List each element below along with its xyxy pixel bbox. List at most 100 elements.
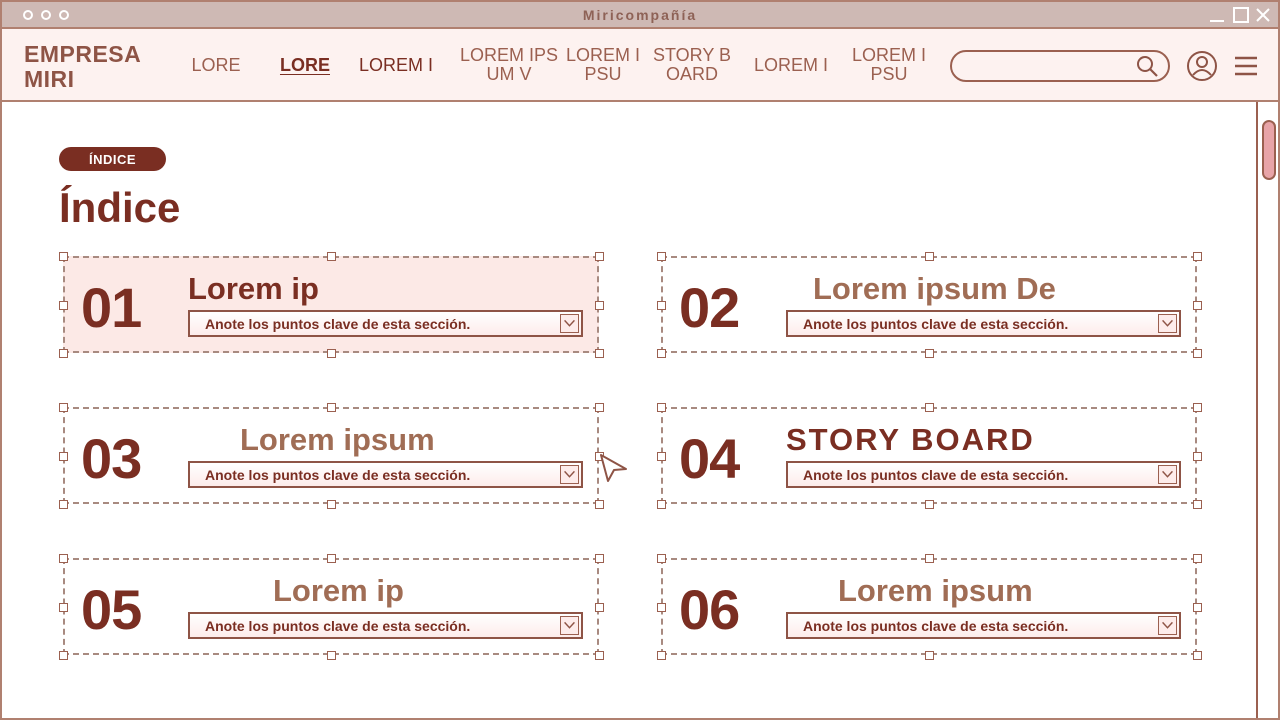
- scrollbar-thumb[interactable]: [1262, 120, 1276, 180]
- resize-handle[interactable]: [1193, 451, 1202, 461]
- resize-handle[interactable]: [1193, 252, 1202, 261]
- resize-handle[interactable]: [657, 252, 666, 261]
- nav-item-3[interactable]: LOREM I: [352, 43, 440, 87]
- index-card-01[interactable]: 01 Lorem ip Anote los puntos clave de es…: [59, 252, 604, 358]
- card-number: 05: [81, 578, 142, 641]
- resize-handle[interactable]: [595, 500, 604, 509]
- resize-handle[interactable]: [59, 554, 68, 563]
- resize-handle[interactable]: [595, 349, 604, 358]
- dropdown-arrow-icon[interactable]: [560, 616, 579, 635]
- user-icon[interactable]: [1186, 50, 1218, 82]
- resize-handle[interactable]: [59, 349, 68, 358]
- index-card-02[interactable]: 02 Lorem ipsum De Anote los puntos clave…: [657, 252, 1202, 358]
- resize-handle[interactable]: [327, 651, 336, 660]
- app-window: Miricompañía EMPRESA MIRI LORE LORE LORE…: [0, 0, 1280, 720]
- resize-handle[interactable]: [925, 403, 934, 412]
- index-card-04[interactable]: 04 STORY BOARD Anote los puntos clave de…: [657, 403, 1202, 509]
- main-content: ÍNDICE Índice 01 Lorem ip Anote los punt…: [2, 102, 1256, 718]
- vertical-scrollbar[interactable]: [1256, 102, 1278, 718]
- resize-handle[interactable]: [595, 403, 604, 412]
- card-title[interactable]: Lorem ip: [188, 271, 319, 307]
- notes-field[interactable]: Anote los puntos clave de esta sección.: [188, 612, 583, 639]
- resize-handle[interactable]: [595, 252, 604, 261]
- nav-item-2-active[interactable]: LORE: [274, 43, 336, 87]
- resize-handle[interactable]: [657, 500, 666, 509]
- resize-handle[interactable]: [59, 602, 68, 612]
- window-title: Miricompañía: [582, 7, 698, 23]
- index-card-06[interactable]: 06 Lorem ipsum Anote los puntos clave de…: [657, 554, 1202, 660]
- resize-handle[interactable]: [925, 554, 934, 563]
- resize-handle[interactable]: [657, 403, 666, 412]
- resize-handle[interactable]: [1193, 300, 1202, 310]
- nav-item-5[interactable]: LOREM I PSU: [564, 43, 642, 87]
- search-icon[interactable]: [1135, 54, 1159, 78]
- resize-handle[interactable]: [595, 554, 604, 563]
- resize-handle[interactable]: [595, 300, 604, 310]
- resize-handle[interactable]: [657, 554, 666, 563]
- resize-handle[interactable]: [1193, 602, 1202, 612]
- card-title[interactable]: Lorem ipsum De: [813, 271, 1056, 307]
- notes-field[interactable]: Anote los puntos clave de esta sección.: [786, 461, 1181, 488]
- resize-handle[interactable]: [657, 651, 666, 660]
- dropdown-arrow-icon[interactable]: [1158, 314, 1177, 333]
- resize-handle[interactable]: [657, 349, 666, 358]
- resize-handle[interactable]: [59, 451, 68, 461]
- resize-handle[interactable]: [657, 300, 666, 310]
- resize-handle[interactable]: [595, 651, 604, 660]
- resize-handle[interactable]: [327, 554, 336, 563]
- card-title[interactable]: STORY BOARD: [786, 422, 1035, 458]
- notes-field[interactable]: Anote los puntos clave de esta sección.: [786, 310, 1181, 337]
- nav-item-storyboard[interactable]: STORY B OARD: [650, 43, 734, 87]
- notes-field[interactable]: Anote los puntos clave de esta sección.: [188, 310, 583, 337]
- dropdown-arrow-icon[interactable]: [560, 465, 579, 484]
- card-title[interactable]: Lorem ip: [273, 573, 404, 609]
- notes-field-text: Anote los puntos clave de esta sección.: [803, 618, 1069, 634]
- resize-handle[interactable]: [925, 349, 934, 358]
- notes-field-text: Anote los puntos clave de esta sección.: [205, 316, 471, 332]
- index-card-05[interactable]: 05 Lorem ip Anote los puntos clave de es…: [59, 554, 604, 660]
- minimize-icon[interactable]: [1208, 6, 1226, 24]
- card-number: 02: [679, 276, 740, 339]
- brand-logo[interactable]: EMPRESA MIRI: [24, 42, 141, 92]
- resize-handle[interactable]: [925, 252, 934, 261]
- resize-handle[interactable]: [59, 651, 68, 660]
- resize-handle[interactable]: [327, 252, 336, 261]
- nav-item-8[interactable]: LOREM I PSU: [850, 43, 928, 87]
- resize-handle[interactable]: [327, 403, 336, 412]
- resize-handle[interactable]: [595, 602, 604, 612]
- resize-handle[interactable]: [925, 651, 934, 660]
- resize-handle[interactable]: [1193, 651, 1202, 660]
- top-navbar: EMPRESA MIRI LORE LORE LOREM I LOREM IPS…: [2, 29, 1278, 102]
- resize-handle[interactable]: [657, 451, 666, 461]
- resize-handle[interactable]: [657, 602, 666, 612]
- nav-item-7[interactable]: LOREM I: [750, 43, 832, 87]
- resize-handle[interactable]: [327, 500, 336, 509]
- card-title[interactable]: Lorem ipsum: [838, 573, 1033, 609]
- hamburger-menu-icon[interactable]: [1234, 54, 1258, 78]
- dropdown-arrow-icon[interactable]: [1158, 465, 1177, 484]
- resize-handle[interactable]: [1193, 349, 1202, 358]
- index-card-03[interactable]: 03 Lorem ipsum Anote los puntos clave de…: [59, 403, 604, 509]
- resize-handle[interactable]: [59, 403, 68, 412]
- nav-item-1[interactable]: LORE: [184, 43, 248, 87]
- resize-handle[interactable]: [1193, 554, 1202, 563]
- dropdown-arrow-icon[interactable]: [560, 314, 579, 333]
- mouse-cursor-icon: [600, 454, 627, 482]
- notes-field[interactable]: Anote los puntos clave de esta sección.: [786, 612, 1181, 639]
- dropdown-arrow-icon[interactable]: [1158, 616, 1177, 635]
- nav-item-4[interactable]: LOREM IPS UM V: [458, 43, 560, 87]
- resize-handle[interactable]: [925, 500, 934, 509]
- section-badge: ÍNDICE: [59, 147, 166, 171]
- notes-field-text: Anote los puntos clave de esta sección.: [205, 467, 471, 483]
- card-number: 04: [679, 427, 740, 490]
- resize-handle[interactable]: [59, 500, 68, 509]
- close-icon[interactable]: [1254, 6, 1272, 24]
- resize-handle[interactable]: [59, 300, 68, 310]
- resize-handle[interactable]: [59, 252, 68, 261]
- resize-handle[interactable]: [327, 349, 336, 358]
- resize-handle[interactable]: [1193, 500, 1202, 509]
- resize-handle[interactable]: [1193, 403, 1202, 412]
- card-title[interactable]: Lorem ipsum: [240, 422, 435, 458]
- notes-field[interactable]: Anote los puntos clave de esta sección.: [188, 461, 583, 488]
- maximize-icon[interactable]: [1232, 6, 1250, 24]
